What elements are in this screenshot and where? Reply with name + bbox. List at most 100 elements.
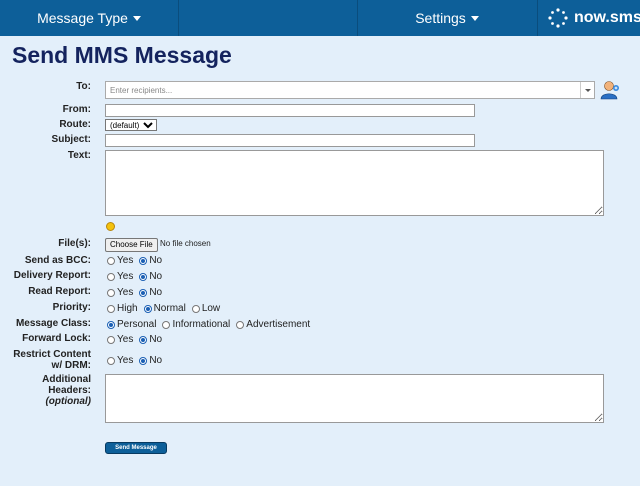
- send-as-bcc-label: Send as BCC:: [24, 255, 91, 266]
- delivery-report-options: Yes No: [107, 271, 168, 282]
- recipients-input[interactable]: Enter recipients...: [105, 81, 595, 99]
- additional-headers-area[interactable]: [105, 374, 604, 423]
- drm-yes-option[interactable]: Yes: [107, 355, 133, 366]
- option-label: No: [149, 271, 163, 282]
- radio-button-selected[interactable]: [139, 288, 148, 297]
- additional-label-line2: Headers:: [48, 385, 91, 396]
- option-label: Yes: [117, 334, 134, 345]
- restrict-label-line2: w/ DRM:: [51, 360, 91, 371]
- page-title: Send MMS Message: [12, 42, 232, 68]
- message-text-area[interactable]: [105, 150, 604, 216]
- radio-button[interactable]: [107, 356, 115, 365]
- message-type-label: Message Type: [37, 10, 128, 26]
- route-label: Route:: [59, 119, 91, 130]
- radio-button[interactable]: [107, 304, 115, 313]
- radio-button-selected[interactable]: [107, 320, 115, 329]
- chevron-down-icon: [132, 15, 141, 21]
- subject-input[interactable]: [105, 134, 475, 147]
- option-label: Informational: [172, 319, 231, 330]
- message-class-label: Message Class:: [15, 318, 91, 329]
- radio-button[interactable]: [107, 335, 115, 344]
- radio-button-selected[interactable]: [139, 272, 148, 281]
- recipients-dropdown-button[interactable]: [580, 82, 594, 98]
- radio-button[interactable]: [191, 304, 200, 313]
- from-label: From:: [62, 104, 91, 115]
- option-label: Yes: [117, 287, 134, 298]
- delivery-report-label: Delivery Report:: [13, 270, 91, 281]
- class-personal-option[interactable]: Personal: [107, 319, 156, 330]
- class-informational-option[interactable]: Informational: [162, 319, 230, 330]
- text-label: Text:: [67, 150, 91, 161]
- address-book-icon[interactable]: [599, 80, 621, 100]
- option-label: Advertisement: [246, 319, 311, 330]
- radio-button-selected[interactable]: [139, 356, 148, 365]
- priority-label: Priority:: [52, 302, 91, 313]
- priority-options: High Normal Low: [107, 303, 226, 314]
- nowsms-logo[interactable]: now.sms: [548, 0, 640, 36]
- to-label: To:: [76, 81, 91, 92]
- additional-label-line1: Additional: [42, 374, 91, 385]
- chevron-down-icon: [584, 88, 591, 92]
- route-select[interactable]: (default): [105, 119, 157, 131]
- option-label: Low: [201, 303, 221, 314]
- restrict-content-label: Restrict Content w/ DRM:: [0, 349, 91, 371]
- restrict-content-options: Yes No: [107, 355, 168, 366]
- radio-button[interactable]: [107, 256, 115, 265]
- forward-lock-yes-option[interactable]: Yes: [107, 334, 133, 345]
- radio-button-selected[interactable]: [139, 256, 148, 265]
- send-as-bcc-options: Yes No: [107, 255, 168, 266]
- option-label: No: [149, 287, 163, 298]
- top-nav-bar: Message Type Settings now.sms: [0, 0, 640, 36]
- class-advertisement-option[interactable]: Advertisement: [236, 319, 310, 330]
- radio-button[interactable]: [107, 272, 115, 281]
- drm-no-option[interactable]: No: [139, 355, 162, 366]
- delivery-no-option[interactable]: No: [139, 271, 162, 282]
- option-label: High: [117, 303, 138, 314]
- read-yes-option[interactable]: Yes: [107, 287, 133, 298]
- settings-label: Settings: [415, 10, 466, 26]
- message-type-menu[interactable]: Message Type: [0, 0, 178, 36]
- from-input[interactable]: [105, 104, 475, 117]
- option-label: No: [149, 355, 163, 366]
- option-label: No: [149, 334, 163, 345]
- logo-dots-icon: [548, 8, 568, 28]
- emoji-picker-icon[interactable]: [106, 222, 115, 231]
- read-report-options: Yes No: [107, 287, 168, 298]
- delivery-yes-option[interactable]: Yes: [107, 271, 133, 282]
- choose-file-button[interactable]: Choose File: [105, 238, 158, 252]
- chevron-down-icon: [470, 15, 479, 21]
- read-no-option[interactable]: No: [139, 287, 162, 298]
- settings-menu[interactable]: Settings: [357, 0, 537, 36]
- recipients-placeholder: Enter recipients...: [110, 86, 173, 95]
- send-message-button[interactable]: Send Message: [105, 442, 167, 454]
- option-label: Yes: [117, 255, 134, 266]
- radio-button[interactable]: [107, 288, 115, 297]
- bcc-yes-option[interactable]: Yes: [107, 255, 133, 266]
- radio-button[interactable]: [162, 320, 171, 329]
- option-label: Yes: [117, 271, 134, 282]
- priority-high-option[interactable]: High: [107, 303, 138, 314]
- message-class-options: Personal Informational Advertisement: [107, 319, 316, 330]
- priority-normal-option[interactable]: Normal: [143, 303, 186, 314]
- option-label: No: [149, 255, 163, 266]
- forward-lock-no-option[interactable]: No: [139, 334, 162, 345]
- radio-button[interactable]: [236, 320, 245, 329]
- option-label: Personal: [117, 319, 157, 330]
- option-label: Normal: [153, 303, 186, 314]
- read-report-label: Read Report:: [28, 286, 91, 297]
- additional-label-line3: (optional): [45, 396, 91, 407]
- radio-button-selected[interactable]: [139, 335, 148, 344]
- option-label: Yes: [117, 355, 134, 366]
- priority-low-option[interactable]: Low: [191, 303, 221, 314]
- nav-divider: [178, 0, 179, 36]
- files-label: File(s):: [58, 238, 91, 249]
- additional-headers-label: Additional Headers: (optional): [0, 374, 91, 407]
- forward-lock-label: Forward Lock:: [22, 333, 91, 344]
- file-status: No file chosen: [160, 239, 211, 248]
- radio-button-selected[interactable]: [143, 304, 152, 313]
- bcc-no-option[interactable]: No: [139, 255, 162, 266]
- forward-lock-options: Yes No: [107, 334, 168, 345]
- restrict-label-line1: Restrict Content: [13, 349, 91, 360]
- nav-divider: [537, 0, 538, 36]
- subject-label: Subject:: [51, 134, 91, 145]
